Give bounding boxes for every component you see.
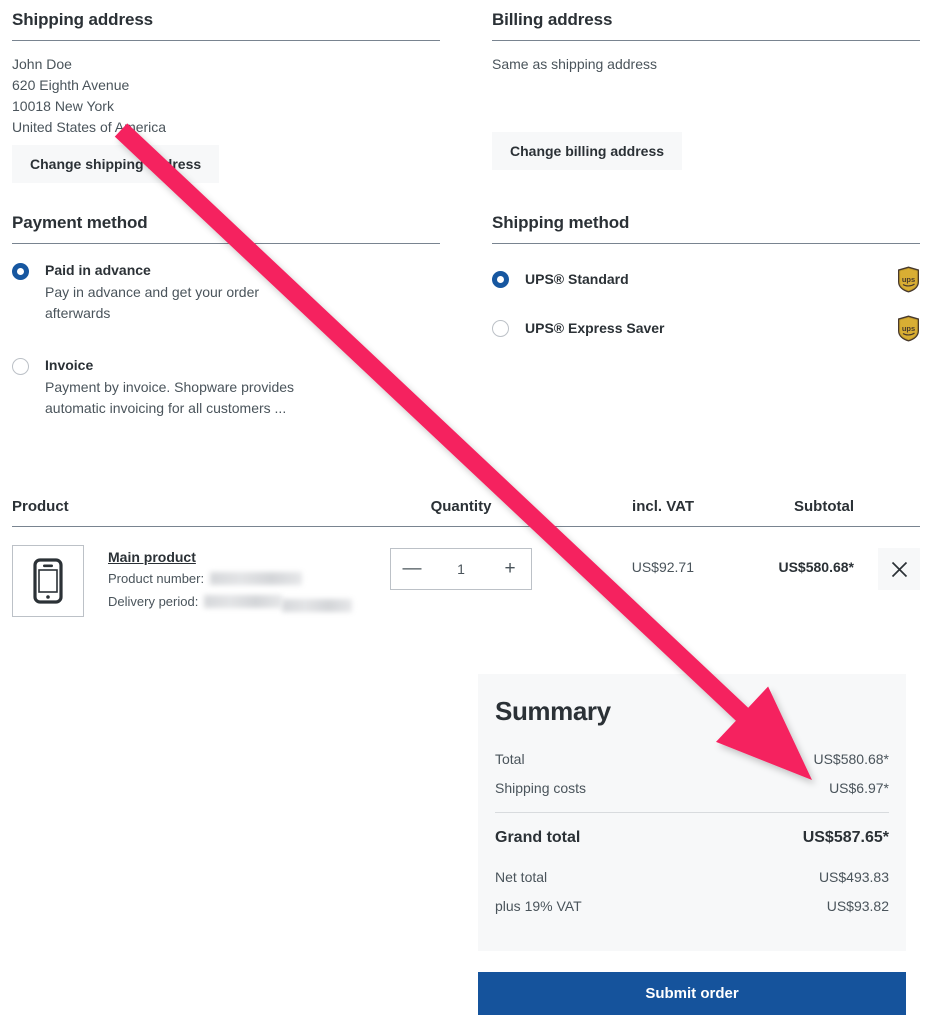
shipping-method-block: Shipping method UPS® Standard ups UPS® E… [492,213,920,419]
cell-subtotal: US$580.68* [778,559,854,575]
summary-value: US$580.68* [813,751,889,767]
summary-panel: Summary Total US$580.68* Shipping costs … [478,674,906,951]
cell-remove [854,545,920,590]
quantity-increase-button[interactable]: + [489,549,531,589]
radio-ups-express-saver[interactable] [492,320,509,337]
shipping-address-lines: John Doe 620 Eighth Avenue 10018 New Yor… [12,54,440,138]
summary-value: US$93.82 [826,898,889,914]
payment-option-invoice[interactable]: Invoice Payment by invoice. Shopware pro… [12,356,440,419]
payment-option-paid-in-advance[interactable]: Paid in advance Pay in advance and get y… [12,261,440,324]
summary-label: Net total [495,869,548,885]
delivery-period-label: Delivery period: [108,593,199,609]
shipping-method-title: Shipping method [492,213,630,232]
summary-row-shipping-costs: Shipping costs US$6.97* [495,774,889,803]
radio-paid-in-advance[interactable] [12,263,29,280]
quantity-decrease-button[interactable]: — [391,549,433,589]
quantity-value[interactable]: 1 [433,561,489,577]
shipping-option-label: UPS® Express Saver [525,320,665,336]
address-line: 10018 New York [12,98,114,114]
ups-logo-icon: ups [897,266,920,293]
summary-value: US$587.65* [802,829,889,846]
summary-row-grand-total: Grand total US$587.65* [495,822,889,854]
divider [495,812,889,813]
cell-quantity: — 1 + [388,545,534,590]
shipping-option-ups-express-saver[interactable]: UPS® Express Saver ups [492,315,920,342]
svg-text:ups: ups [902,324,915,333]
remove-item-button[interactable] [878,548,920,590]
summary-row-total: Total US$580.68* [495,745,889,774]
divider [12,40,440,41]
svg-text:ups: ups [902,275,915,284]
summary-row-net-total: Net total US$493.83 [495,863,889,892]
product-number-label: Product number: [108,571,205,586]
address-line: 620 Eighth Avenue [12,77,130,93]
product-thumbnail[interactable] [12,545,84,617]
summary-value: US$6.97* [829,780,889,796]
column-header-quantity: Quantity [430,498,492,515]
divider [492,40,920,41]
column-header-product: Product [12,498,69,515]
divider [492,243,920,244]
summary-label: Total [495,751,525,767]
methods-section: Payment method Paid in advance Pay in ad… [12,213,920,419]
close-icon [891,561,907,577]
shipping-address-actions: Change shipping address [12,145,440,183]
cell-vat: US$92.71 [631,559,694,575]
summary-label: Shipping costs [495,780,587,796]
summary-label: plus 19% VAT [495,898,582,914]
radio-ups-standard[interactable] [492,271,509,288]
shipping-option-label: UPS® Standard [525,271,629,287]
address-line: John Doe [12,56,72,72]
payment-method-title: Payment method [12,213,148,232]
payment-option-label: Paid in advance [45,262,151,278]
shipping-address-title: Shipping address [12,10,154,29]
billing-address-actions: Change billing address [492,132,920,170]
payment-method-block: Payment method Paid in advance Pay in ad… [12,213,440,419]
smartphone-icon [33,558,63,604]
product-info: Main product Product number: Delivery pe… [108,545,353,617]
table-row: Main product Product number: Delivery pe… [12,527,920,617]
change-shipping-address-button[interactable]: Change shipping address [12,145,220,183]
billing-address-title: Billing address [492,10,613,29]
summary-value: US$493.83 [818,869,889,885]
product-number-value-redacted [210,572,303,585]
payment-option-description: Pay in advance and get your order afterw… [45,284,260,321]
address-section: Shipping address John Doe 620 Eighth Ave… [12,10,920,183]
divider [12,243,440,244]
delivery-period-value-redacted-2 [282,599,353,612]
ups-logo-icon: ups [897,315,920,342]
shipping-option-ups-standard[interactable]: UPS® Standard ups [492,266,920,293]
delivery-period-row: Delivery period: [108,590,353,612]
submit-order-button[interactable]: Submit order [478,972,906,1015]
summary-row-vat: plus 19% VAT US$93.82 [495,892,889,921]
product-number-row: Product number: [108,571,352,586]
column-header-vat: incl. VAT [632,498,694,515]
shipping-address-block: Shipping address John Doe 620 Eighth Ave… [12,10,440,183]
payment-option-label: Invoice [45,357,94,373]
radio-invoice[interactable] [12,358,29,375]
delivery-period-value-redacted [204,594,283,608]
quantity-stepper[interactable]: — 1 + [390,548,532,590]
submit-order-area: Submit order [478,972,906,1015]
cell-product: Main product Product number: Delivery pe… [12,545,388,617]
column-header-subtotal: Subtotal [794,498,854,515]
cart-table: Product Quantity incl. VAT Subtotal Main… [12,498,920,617]
change-billing-address-button[interactable]: Change billing address [492,132,683,170]
summary-label: Grand total [495,829,581,846]
billing-address-block: Billing address Same as shipping address… [492,10,920,183]
address-line: United States of America [12,119,167,135]
product-name-link[interactable]: Main product [108,549,196,565]
checkout-page: Shipping address John Doe 620 Eighth Ave… [0,0,932,1024]
payment-option-description: Payment by invoice. Shopware provides au… [45,379,295,416]
cart-table-header: Product Quantity incl. VAT Subtotal [12,498,920,527]
billing-address-text: Same as shipping address [492,56,657,72]
summary-title: Summary [495,696,611,726]
